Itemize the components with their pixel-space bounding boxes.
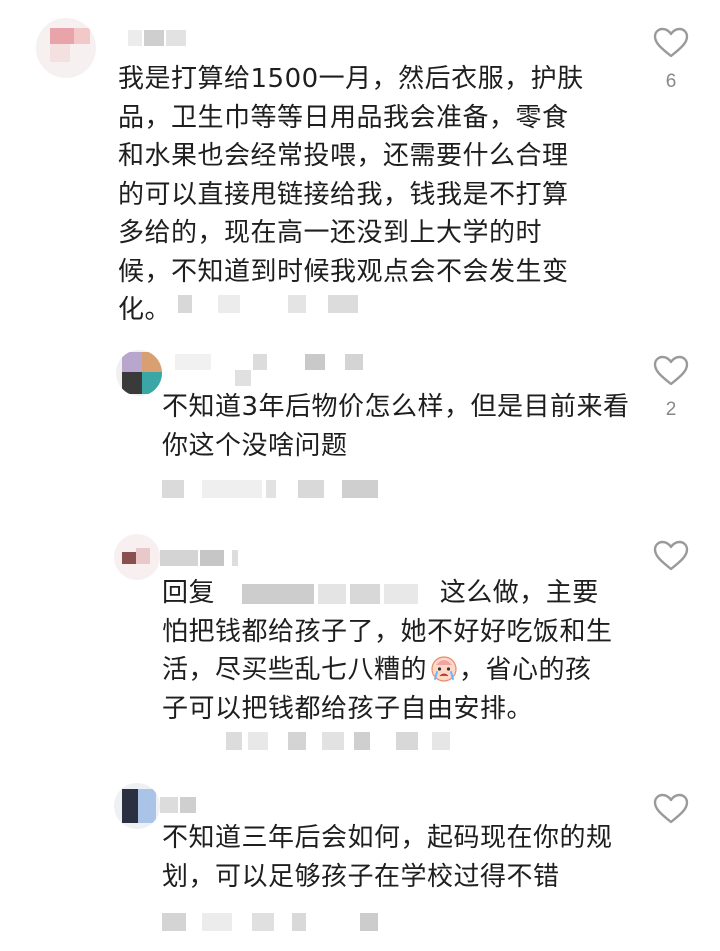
reply-prefix: 回复 bbox=[162, 578, 216, 608]
username-blurred[interactable] bbox=[175, 354, 365, 370]
like-button[interactable]: 6 bbox=[651, 27, 691, 93]
like-button[interactable]: 2 bbox=[651, 355, 691, 421]
avatar[interactable] bbox=[116, 350, 162, 396]
avatar[interactable] bbox=[114, 534, 160, 580]
crying-face-icon bbox=[431, 656, 457, 682]
mentioned-user-blurred[interactable] bbox=[241, 577, 422, 604]
comment-text: 我是打算给1500一月，然后衣服，护肤品，卫生巾等等日用品我会准备，零食和水果也… bbox=[118, 64, 584, 325]
comment-meta-blurred bbox=[226, 732, 456, 752]
like-count: 6 bbox=[665, 71, 677, 92]
heart-icon bbox=[653, 793, 689, 825]
comment-meta-blurred bbox=[178, 295, 378, 315]
heart-icon bbox=[653, 27, 689, 59]
comment-meta-blurred bbox=[162, 913, 382, 933]
comment-text: 不知道3年后物价怎么样，但是目前来看你这个没啥问题 bbox=[162, 392, 630, 461]
username-blurred[interactable] bbox=[128, 30, 188, 46]
like-button[interactable] bbox=[651, 540, 691, 572]
heart-icon bbox=[653, 540, 689, 572]
comment-2: 不知道3年后物价怎么样，但是目前来看你这个没啥问题 2 bbox=[0, 340, 720, 520]
like-button[interactable] bbox=[651, 793, 691, 825]
comment-4: 不知道三年后会如何，起码现在你的规划，可以足够孩子在学校过得不错 bbox=[0, 775, 720, 951]
avatar-mosaic bbox=[50, 28, 74, 44]
username-blurred[interactable] bbox=[160, 550, 240, 566]
comment-1: 我是打算给1500一月，然后衣服，护肤品，卫生巾等等日用品我会准备，零食和水果也… bbox=[0, 0, 720, 340]
heart-icon bbox=[653, 355, 689, 387]
comment-3: 回复 这么做，主要怕把钱都给孩子了，她不好好吃饭和生活，尽买些乱七八糟的 ，省心的… bbox=[0, 520, 720, 775]
comment-meta-blurred bbox=[162, 480, 382, 500]
like-count: 2 bbox=[665, 399, 677, 420]
comment-text: 回复 这么做，主要怕把钱都给孩子了，她不好好吃饭和生活，尽买些乱七八糟的 ，省心的… bbox=[162, 574, 618, 728]
comment-text: 不知道三年后会如何，起码现在你的规划，可以足够孩子在学校过得不错 bbox=[162, 823, 613, 892]
avatar[interactable] bbox=[114, 783, 160, 829]
avatar[interactable] bbox=[36, 18, 96, 78]
username-blurred[interactable] bbox=[160, 797, 210, 813]
